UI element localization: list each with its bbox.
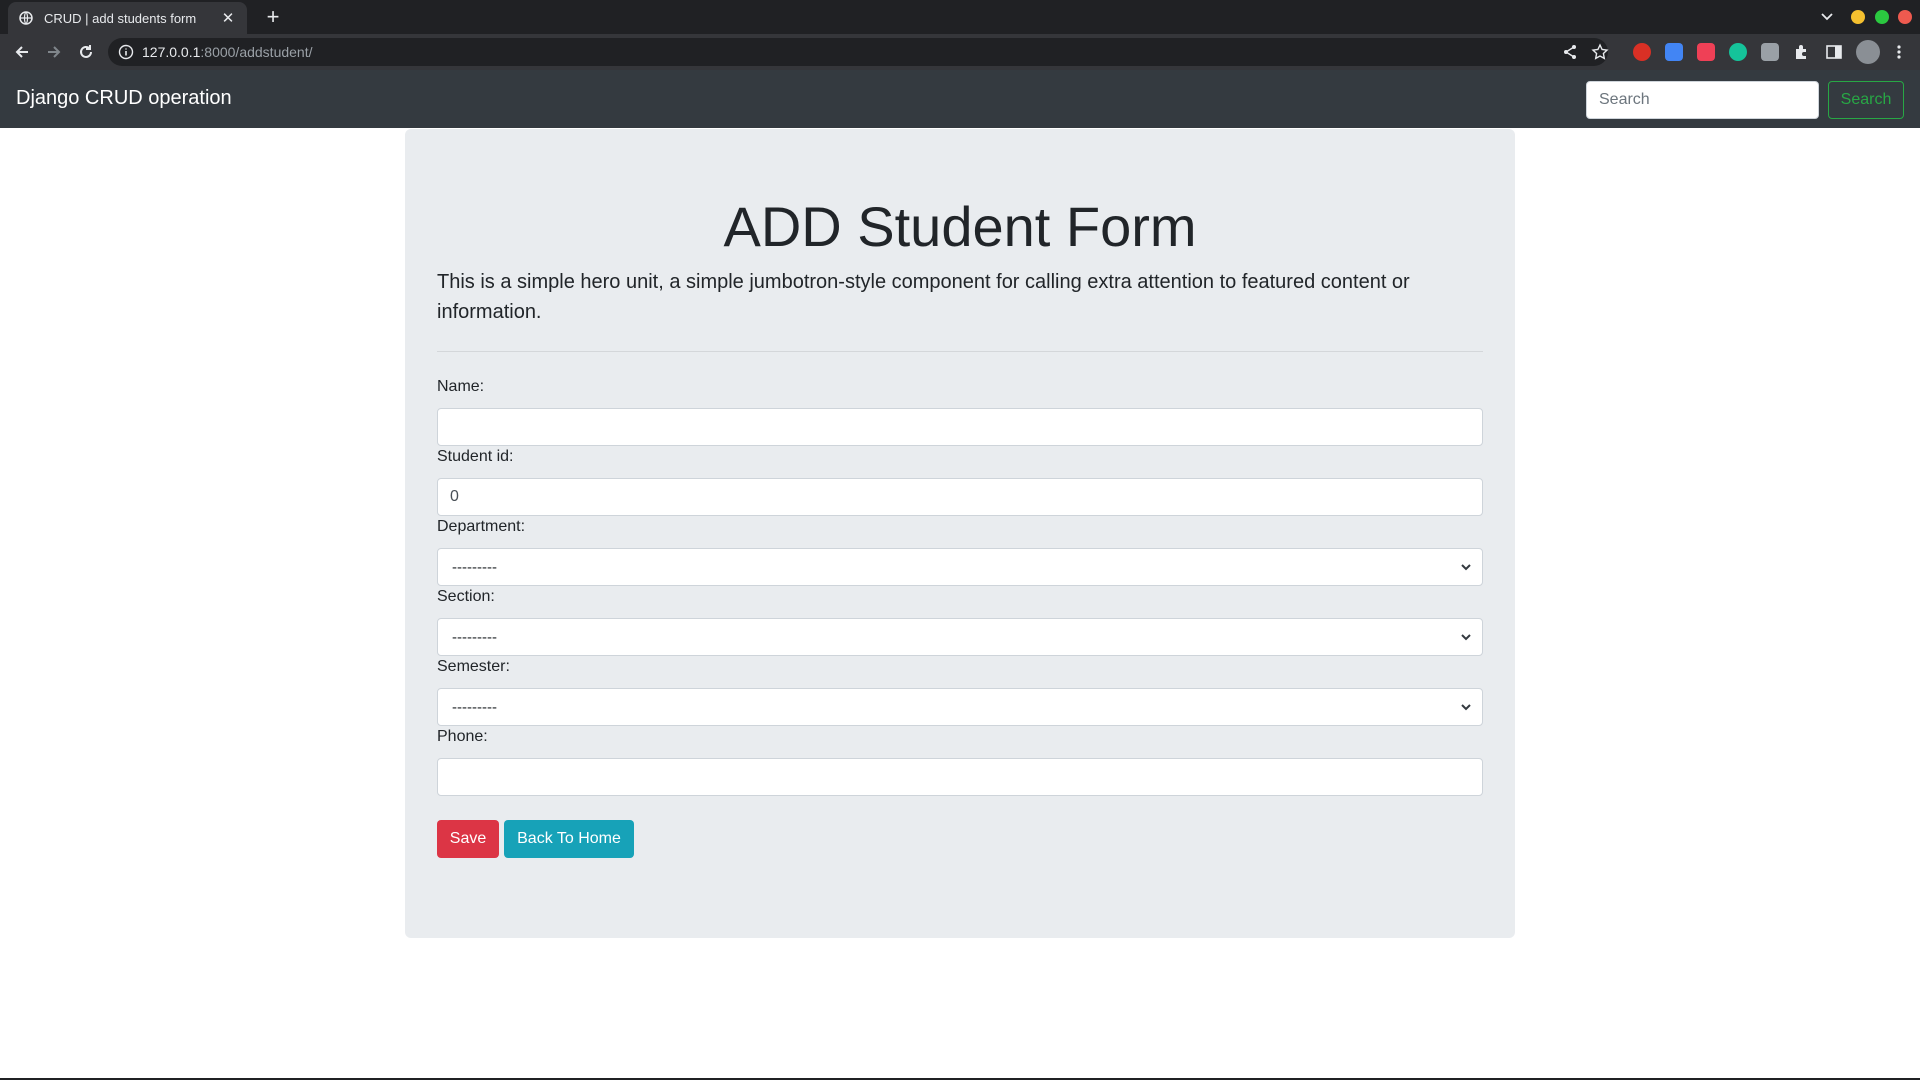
side-panel-icon[interactable]	[1825, 43, 1843, 61]
name-label: Name:	[437, 378, 485, 395]
department-select[interactable]: ---------	[437, 548, 1483, 586]
department-label: Department:	[437, 518, 526, 535]
pocket-extension-icon[interactable]	[1697, 43, 1715, 61]
translate-extension-icon[interactable]	[1665, 43, 1683, 61]
tab-title: CRUD | add students form	[44, 10, 197, 26]
browser-tab[interactable]: CRUD | add students form ✕	[8, 2, 247, 34]
reload-icon[interactable]	[74, 40, 98, 64]
globe-icon	[18, 10, 34, 26]
menu-kebab-icon[interactable]	[1890, 43, 1908, 61]
grammarly-extension-icon[interactable]	[1729, 43, 1747, 61]
divider	[437, 351, 1483, 352]
save-button[interactable]: Save	[437, 820, 499, 858]
profile-avatar[interactable]	[1856, 40, 1880, 64]
tab-search-chevron-icon[interactable]	[1815, 6, 1839, 28]
name-field[interactable]	[437, 408, 1483, 446]
chevron-down-icon	[1460, 630, 1472, 644]
browser-toolbar: 127.0.0.1:8000/addstudent/	[0, 34, 1920, 70]
top-navbar: Django CRUD operation Search	[0, 70, 1920, 128]
navbar-brand[interactable]: Django CRUD operation	[16, 87, 232, 110]
phone-label: Phone:	[437, 728, 488, 745]
section-select[interactable]: ---------	[437, 618, 1483, 656]
section-label: Section:	[437, 588, 495, 605]
extensions-puzzle-icon[interactable]	[1793, 43, 1811, 61]
student-id-label: Student id:	[437, 448, 514, 465]
star-icon[interactable]	[1591, 43, 1609, 61]
url-host: 127.0.0.1	[142, 44, 201, 60]
semester-select[interactable]: ---------	[437, 688, 1483, 726]
back-arrow-icon[interactable]	[10, 40, 34, 64]
chevron-down-icon	[1460, 700, 1472, 714]
minimize-button[interactable]	[1851, 10, 1865, 24]
jumbotron: ADD Student Form This is a simple hero u…	[405, 129, 1515, 938]
lead-text: This is a simple hero unit, a simple jum…	[437, 271, 1410, 323]
url-path: :8000/addstudent/	[200, 44, 313, 60]
address-bar[interactable]: 127.0.0.1:8000/addstudent/	[108, 38, 1609, 66]
student-id-field[interactable]	[437, 478, 1483, 516]
semester-label: Semester:	[437, 658, 510, 675]
maximize-button[interactable]	[1875, 10, 1889, 24]
forward-arrow-icon[interactable]	[42, 40, 66, 64]
search-input[interactable]	[1586, 81, 1819, 119]
chevron-down-icon	[1460, 560, 1472, 574]
browser-tab-bar: CRUD | add students form ✕ +	[0, 0, 1920, 34]
phone-field[interactable]	[437, 758, 1483, 796]
department-selected-value: ---------	[452, 558, 497, 576]
close-icon[interactable]: ✕	[219, 9, 237, 27]
extension-red-icon[interactable]	[1633, 43, 1651, 61]
close-window-button[interactable]	[1898, 10, 1912, 24]
back-to-home-button[interactable]: Back To Home	[504, 820, 634, 858]
semester-selected-value: ---------	[452, 698, 497, 716]
search-button[interactable]: Search	[1828, 81, 1904, 119]
info-icon[interactable]	[118, 44, 134, 60]
section-selected-value: ---------	[452, 628, 497, 646]
page-title: ADD Student Form	[723, 195, 1197, 258]
camera-extension-icon[interactable]	[1761, 43, 1779, 61]
plus-icon[interactable]: +	[260, 4, 286, 30]
share-icon[interactable]	[1561, 43, 1579, 61]
